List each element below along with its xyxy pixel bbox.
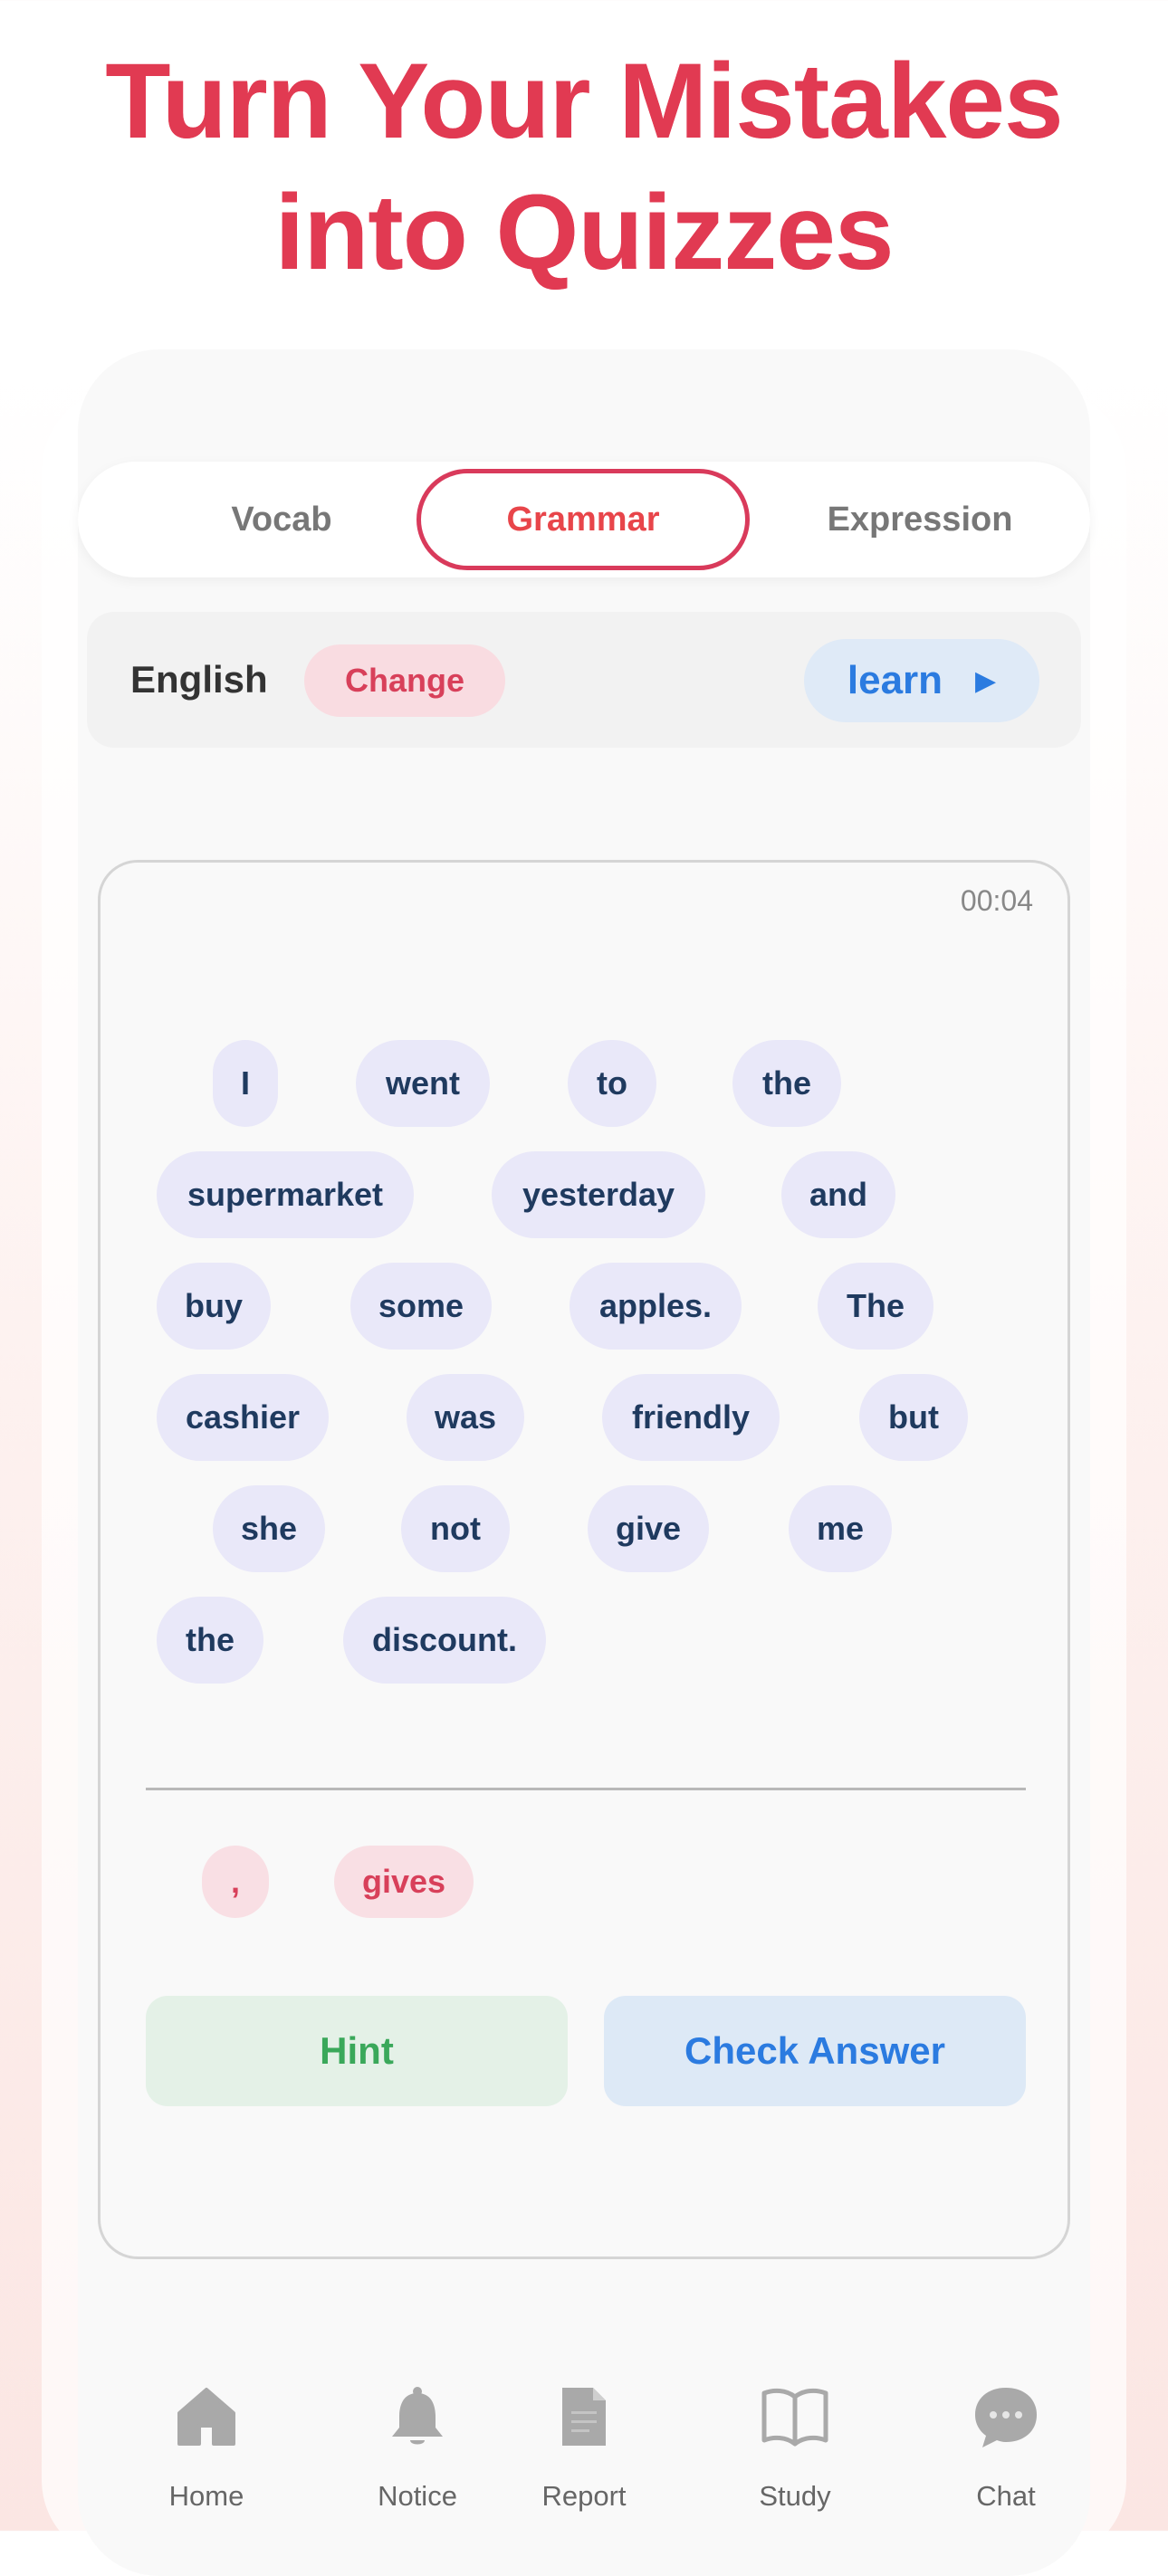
check-answer-button[interactable]: Check Answer <box>604 1996 1026 2106</box>
bottom-nav: Home Notice Report Study Chat <box>78 2362 1090 2531</box>
language-name: English <box>130 658 268 701</box>
word-chip[interactable]: the <box>157 1597 263 1684</box>
answer-divider <box>146 1788 1026 1790</box>
play-triangle-icon: ▶ <box>975 665 997 696</box>
hint-button[interactable]: Hint <box>146 1996 568 2106</box>
language-bar: English Change learn ▶ <box>87 612 1081 748</box>
change-language-button[interactable]: Change <box>304 644 505 717</box>
tab-grammar[interactable]: Grammar <box>416 469 750 570</box>
quiz-card: 00:04 I went to the supermarket yesterda… <box>98 860 1070 2259</box>
nav-label-report: Report <box>541 2480 627 2512</box>
word-chip[interactable]: discount. <box>343 1597 546 1684</box>
word-chip[interactable]: was <box>407 1374 524 1461</box>
word-chip[interactable]: not <box>401 1485 510 1572</box>
word-chip[interactable]: but <box>859 1374 968 1461</box>
nav-label-study: Study <box>759 2480 831 2512</box>
nav-item-home[interactable]: Home <box>125 2362 288 2531</box>
word-chip[interactable]: the <box>732 1040 841 1127</box>
chat-bubble-icon <box>970 2380 1042 2453</box>
tab-bar: Vocab Grammar Expression <box>78 462 1090 577</box>
nav-label-home: Home <box>168 2480 244 2512</box>
word-chip[interactable]: supermarket <box>157 1151 414 1238</box>
document-icon <box>548 2380 620 2453</box>
word-chip[interactable]: to <box>568 1040 656 1127</box>
word-chip[interactable]: went <box>356 1040 490 1127</box>
learn-label: learn <box>847 658 943 702</box>
word-chip[interactable]: and <box>781 1151 895 1238</box>
tab-expression[interactable]: Expression <box>784 469 1056 570</box>
headline-line-2: into Quizzes <box>274 173 895 292</box>
word-chip[interactable]: me <box>789 1485 892 1572</box>
tab-vocab[interactable]: Vocab <box>168 469 395 570</box>
word-chip[interactable]: apples. <box>570 1263 742 1350</box>
nav-item-report[interactable]: Report <box>503 2362 665 2531</box>
nav-label-chat: Chat <box>976 2480 1036 2512</box>
word-chip[interactable]: some <box>350 1263 492 1350</box>
headline-line-1: Turn Your Mistakes <box>105 42 1063 161</box>
headline: Turn Your Mistakes into Quizzes <box>0 36 1168 299</box>
word-chip[interactable]: I <box>213 1040 278 1127</box>
learn-button[interactable]: learn ▶ <box>804 639 1039 722</box>
word-chip[interactable]: cashier <box>157 1374 329 1461</box>
quiz-timer: 00:04 <box>960 884 1033 917</box>
nav-item-study[interactable]: Study <box>713 2362 876 2531</box>
word-chip[interactable]: friendly <box>602 1374 780 1461</box>
extra-word-chip[interactable]: , <box>202 1846 269 1918</box>
home-icon <box>170 2380 243 2453</box>
word-chip[interactable]: The <box>818 1263 933 1350</box>
bell-icon <box>381 2380 454 2453</box>
book-icon <box>759 2380 831 2453</box>
word-chip[interactable]: buy <box>157 1263 271 1350</box>
nav-item-chat[interactable]: Chat <box>924 2362 1087 2531</box>
word-chip[interactable]: give <box>588 1485 709 1572</box>
nav-item-notice[interactable]: Notice <box>336 2362 499 2531</box>
nav-label-notice: Notice <box>378 2480 457 2512</box>
word-chip[interactable]: she <box>213 1485 325 1572</box>
extra-word-chip[interactable]: gives <box>334 1846 474 1918</box>
word-chip[interactable]: yesterday <box>492 1151 705 1238</box>
